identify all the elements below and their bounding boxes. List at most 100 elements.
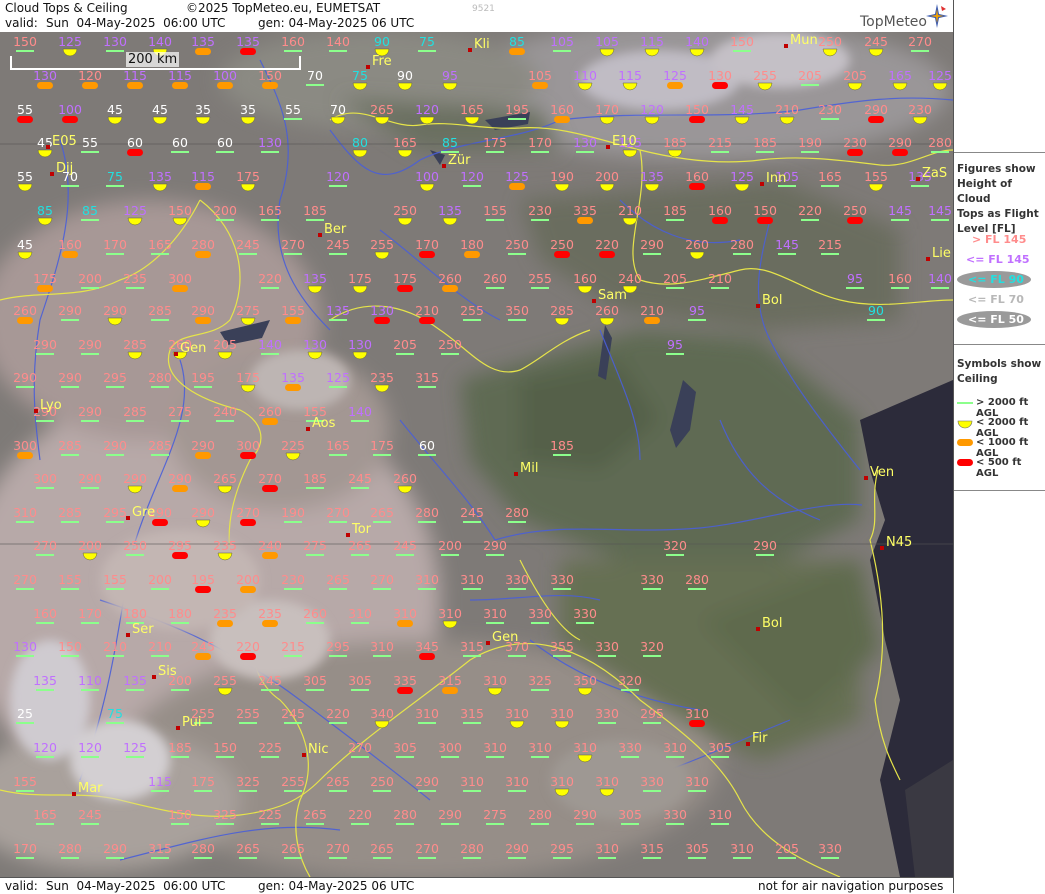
cloud-top-value: 315: [640, 841, 664, 856]
city-name: Mil: [520, 461, 538, 476]
cloud-top-value: 330: [505, 572, 529, 587]
cloud-top-cell: 150: [730, 34, 754, 52]
cloud-top-cell: 25: [16, 706, 34, 724]
city-dot: [926, 257, 930, 261]
cloud-top-value: 295: [550, 841, 574, 856]
cloud-top-cell: 250: [438, 337, 462, 355]
city-dot: [606, 145, 610, 149]
cloud-top-value: 260: [258, 404, 282, 419]
cloud-top-value: 315: [415, 370, 439, 385]
cloud-top-value: 205: [663, 271, 687, 286]
valid-time: Sun 04-May-2025 06:00 UTC: [46, 16, 226, 30]
city-name: Mar: [78, 781, 103, 796]
cloud-top-cell: 175: [191, 774, 215, 792]
cloud-top-value: 115: [123, 68, 147, 83]
cloud-top-cell: 170: [103, 237, 127, 255]
cloud-top-value: 200: [213, 203, 237, 218]
cloud-top-value: 210: [618, 203, 642, 218]
cloud-top-cell: 290: [78, 337, 102, 355]
cloud-top-cell: 55: [17, 102, 33, 123]
cloud-top-cell: 295: [103, 505, 127, 523]
cloud-top-cell: 220: [258, 271, 282, 289]
cloud-top-cell: 290: [58, 370, 82, 388]
ceiling-1000-mark: [17, 317, 33, 324]
city-dot: [760, 182, 764, 186]
cloud-top-value: 215: [818, 237, 842, 252]
cloud-top-value: 290: [191, 438, 215, 453]
cloud-top-value: 135: [303, 271, 327, 286]
cloud-top-value: 255: [281, 774, 305, 789]
cloud-top-cell: 285: [58, 438, 82, 456]
ceiling-500-mark: [374, 317, 390, 324]
cloud-top-cell: 330: [505, 572, 529, 590]
cloud-top-value: 290: [483, 538, 507, 553]
cloud-top-value: 175: [33, 271, 57, 286]
copyright: ©2025 TopMeteo.eu, EUMETSAT: [186, 1, 381, 15]
cloud-top-value: 310: [663, 740, 687, 755]
cloud-top-cell: 280: [528, 807, 552, 825]
city-name: Inn: [766, 171, 786, 186]
ceiling-500-mark: [847, 217, 863, 224]
legend-ceiling-1000-below: < 1000 ft AGL: [976, 437, 1029, 459]
cloud-top-value: 325: [236, 774, 260, 789]
cloud-top-value: 130: [573, 135, 597, 150]
cloud-top-value: 85: [82, 203, 98, 218]
cloud-top-value: 280: [191, 841, 215, 856]
cloud-top-cell: 115: [148, 774, 172, 792]
cloud-top-value: 75: [107, 706, 123, 721]
city-dot: [34, 409, 38, 413]
cloud-top-value: 255: [528, 271, 552, 286]
cloud-top-cell: 290: [33, 337, 57, 355]
cloud-top-value: 120: [78, 68, 102, 83]
cloud-top-value: 60: [172, 135, 188, 150]
city-name: Bol: [762, 616, 782, 631]
cloud-top-cell: 310: [663, 740, 687, 758]
cloud-top-value: 265: [236, 841, 260, 856]
cloud-top-cell: 285: [58, 505, 82, 523]
cloud-top-value: 230: [908, 102, 932, 117]
cloud-top-value: 250: [550, 237, 574, 252]
cloud-top-value: 260: [438, 271, 462, 286]
cloud-top-value: 235: [258, 606, 282, 621]
cloud-top-cell: 200: [213, 203, 237, 221]
cloud-top-value: 265: [348, 538, 372, 553]
ceiling-1000-mark: [195, 317, 211, 324]
cloud-top-value: 245: [281, 706, 305, 721]
cloud-top-value: 290: [78, 404, 102, 419]
cloud-top-value: 270: [348, 740, 372, 755]
city-name: Kli: [474, 37, 490, 52]
cloud-top-cell: 170: [528, 135, 552, 153]
cloud-top-value: 325: [213, 807, 237, 822]
cloud-top-value: 195: [505, 102, 529, 117]
cloud-top-value: 150: [685, 102, 709, 117]
cloud-top-cell: 300: [438, 740, 462, 758]
cloud-top-value: 135: [148, 169, 172, 184]
cloud-top-cell: 245: [460, 505, 484, 523]
city-name: Aos: [312, 416, 336, 431]
cloud-top-value: 55: [82, 135, 98, 150]
cloud-top-value: 250: [818, 34, 842, 49]
ceiling-1000-mark: [509, 183, 525, 190]
cloud-top-value: 235: [370, 370, 394, 385]
cloud-top-value: 185: [663, 203, 687, 218]
cloud-top-value: 280: [393, 807, 417, 822]
cloud-top-value: 135: [281, 370, 305, 385]
cloud-top-value: 55: [17, 102, 33, 117]
cloud-top-value: 120: [78, 740, 102, 755]
cloud-top-value: 165: [888, 68, 912, 83]
cloud-top-cell: 245: [393, 538, 417, 556]
cloud-top-cell: 240: [213, 404, 237, 422]
city-name: E05: [52, 134, 77, 149]
cloud-top-value: 140: [326, 34, 350, 49]
cloud-top-value: 310: [460, 572, 484, 587]
cloud-top-value: 330: [550, 572, 574, 587]
cloud-top-value: 130: [103, 34, 127, 49]
cloud-top-value: 130: [13, 639, 37, 654]
cloud-top-value: 200: [78, 271, 102, 286]
cloud-top-cell: 290: [103, 438, 127, 456]
cloud-top-value: 230: [843, 135, 867, 150]
satellite-map[interactable]: 150 125 130 140 135 135 160 140 90 75 85 105 105 115 1…: [0, 32, 953, 877]
cloud-top-value: 285: [58, 505, 82, 520]
cloud-top-value: 280: [528, 807, 552, 822]
cloud-top-cell: 315: [460, 639, 484, 657]
